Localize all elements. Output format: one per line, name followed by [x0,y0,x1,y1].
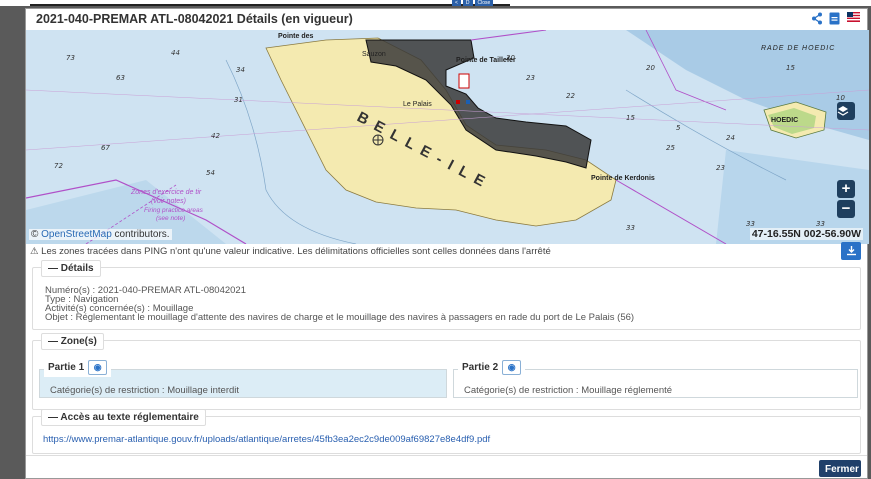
background-buttons: < D Close [452,0,494,6]
details-modal: 2021-040-PREMAR ATL-08042021 Détails (en… [25,8,869,479]
svg-text:23: 23 [526,74,535,82]
svg-text:34: 34 [236,66,245,74]
close-button[interactable]: Fermer [819,460,861,477]
svg-text:33: 33 [816,220,825,228]
svg-text:22: 22 [566,92,575,100]
svg-text:Firing practice areas: Firing practice areas [144,207,204,214]
zone-part-1: Partie 1 ◉ Catégorie(s) de restriction : … [39,358,447,398]
zoom-out-button[interactable]: − [837,200,855,218]
svg-text:67: 67 [101,144,110,152]
svg-text:63: 63 [116,74,125,82]
svg-text:31: 31 [234,96,243,104]
bg-close-button[interactable]: Close [474,0,494,6]
svg-text:5: 5 [676,124,681,132]
details-legend[interactable]: — Détails [41,260,101,277]
zones-section: — Zone(s) Partie 1 ◉ Catégorie(s) de rest… [32,333,861,410]
svg-text:Pointe des: Pointe des [278,33,314,40]
svg-text:54: 54 [206,169,215,177]
pdf-icon[interactable] [829,12,841,25]
svg-text:RADE DE HOEDIC: RADE DE HOEDIC [761,45,835,52]
download-button[interactable] [841,242,861,260]
layers-button[interactable] [837,102,855,120]
svg-text:Pointe de Kerdonis: Pointe de Kerdonis [591,175,655,182]
osm-link[interactable]: OpenStreetMap [41,229,112,240]
cursor-coordinates: 47-16.55N 002-56.90W [749,228,863,240]
svg-text:Sauzon: Sauzon [362,51,386,58]
svg-text:Zones d'exercice de tir: Zones d'exercice de tir [130,189,202,196]
layers-icon [837,106,849,116]
zones-legend[interactable]: — Zone(s) [41,333,104,350]
svg-text:10: 10 [836,94,845,102]
map-chart-drawing: 73 63 44 67 72 42 34 31 54 20 23 22 15 25 23 33 33 3… [26,30,869,244]
details-objet: Objet : Réglementant le mouillage d'atte… [45,312,635,323]
svg-text:20: 20 [646,64,655,72]
svg-text:15: 15 [626,114,635,122]
part-2-title: Partie 2 [462,362,499,374]
part-1-category: Catégorie(s) de restriction : Mouillage … [50,385,240,396]
svg-text:24: 24 [726,134,735,142]
part-2-eye-icon[interactable]: ◉ [502,360,522,375]
nautical-map[interactable]: 73 63 44 67 72 42 34 31 54 20 23 22 15 25 23 33 33 3… [26,30,869,244]
svg-text:HOEDIC: HOEDIC [771,117,798,124]
acces-section: — Accès au texte réglementaire https://w… [32,409,861,454]
modal-header: 2021-040-PREMAR ATL-08042021 Détails (en… [26,9,867,31]
svg-text:(voir notes): (voir notes) [151,198,186,205]
part-1-label: Partie 1 ◉ [44,358,112,377]
download-icon [846,246,856,256]
modal-title: 2021-040-PREMAR ATL-08042021 Détails (en… [36,12,353,26]
svg-text:33: 33 [626,224,635,232]
bg-prev-button[interactable]: < [452,0,461,6]
reglementary-text-link[interactable]: https://www.premar-atlantique.gouv.fr/up… [43,434,490,445]
svg-text:23: 23 [716,164,725,172]
zone-part-2: Partie 2 ◉ Catégorie(s) de restriction : … [453,358,858,398]
svg-text:(see note): (see note) [156,215,185,222]
svg-text:Le Palais: Le Palais [403,101,432,108]
svg-text:72: 72 [54,162,63,170]
bg-d-button[interactable]: D [462,0,473,6]
background-divider [30,4,510,6]
part-1-title: Partie 1 [48,362,85,374]
svg-text:25: 25 [666,144,675,152]
svg-text:42: 42 [211,132,220,140]
background-toolbar-strip: < D Close [0,0,871,6]
share-icon[interactable] [811,12,823,25]
header-actions [811,12,860,25]
svg-text:73: 73 [66,54,75,62]
flag-icon[interactable] [847,12,860,25]
part-2-category: Catégorie(s) de restriction : Mouillage … [464,385,673,396]
attribution-suffix: contributors. [111,229,170,240]
modal-footer: Fermer [26,455,867,478]
warning-text: ⚠ Les zones tracées dans PING n'ont qu'u… [30,246,551,257]
svg-text:15: 15 [786,64,795,72]
part-2-label: Partie 2 ◉ [458,358,526,377]
svg-text:33: 33 [746,220,755,228]
svg-text:Pointe de Taillefer: Pointe de Taillefer [456,57,516,64]
map-attribution: © OpenStreetMap contributors. [29,229,172,240]
attribution-prefix: © [31,229,42,240]
acces-legend[interactable]: — Accès au texte réglementaire [41,409,206,426]
zoom-in-button[interactable]: + [837,180,855,198]
part-1-eye-icon[interactable]: ◉ [88,360,108,375]
details-section: — Détails Numéro(s) : 2021-040-PREMAR AT… [32,260,861,330]
svg-text:44: 44 [171,49,180,57]
